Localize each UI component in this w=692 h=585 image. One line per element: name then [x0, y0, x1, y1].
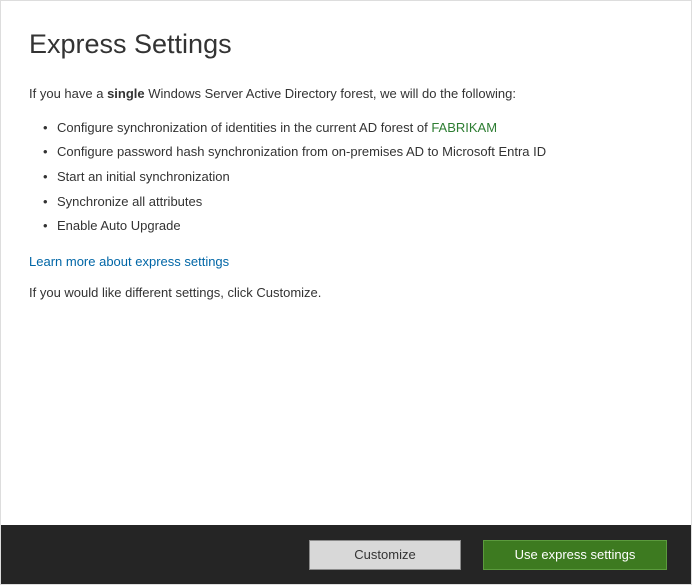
- customize-note: If you would like different settings, cl…: [29, 285, 663, 300]
- intro-bold: single: [107, 86, 145, 101]
- bullet-item-initial-sync: Start an initial synchronization: [43, 165, 663, 190]
- intro-prefix: If you have a: [29, 86, 107, 101]
- bullet-text: Configure synchronization of identities …: [57, 120, 431, 135]
- intro-text: If you have a single Windows Server Acti…: [29, 84, 663, 104]
- learn-more-link[interactable]: Learn more about express settings: [29, 254, 229, 269]
- forest-name: FABRIKAM: [431, 120, 497, 135]
- footer-bar: Customize Use express settings: [1, 525, 691, 584]
- bullet-item-password-hash: Configure password hash synchronization …: [43, 140, 663, 165]
- bullet-item-auto-upgrade: Enable Auto Upgrade: [43, 214, 663, 239]
- customize-button[interactable]: Customize: [309, 540, 461, 570]
- main-content: Express Settings If you have a single Wi…: [1, 1, 691, 300]
- bullet-item-sync-identities: Configure synchronization of identities …: [43, 116, 663, 141]
- use-express-settings-button[interactable]: Use express settings: [483, 540, 667, 570]
- bullet-list: Configure synchronization of identities …: [29, 116, 663, 239]
- bullet-item-sync-attributes: Synchronize all attributes: [43, 190, 663, 215]
- page-title: Express Settings: [29, 29, 663, 60]
- intro-suffix: Windows Server Active Directory forest, …: [145, 86, 516, 101]
